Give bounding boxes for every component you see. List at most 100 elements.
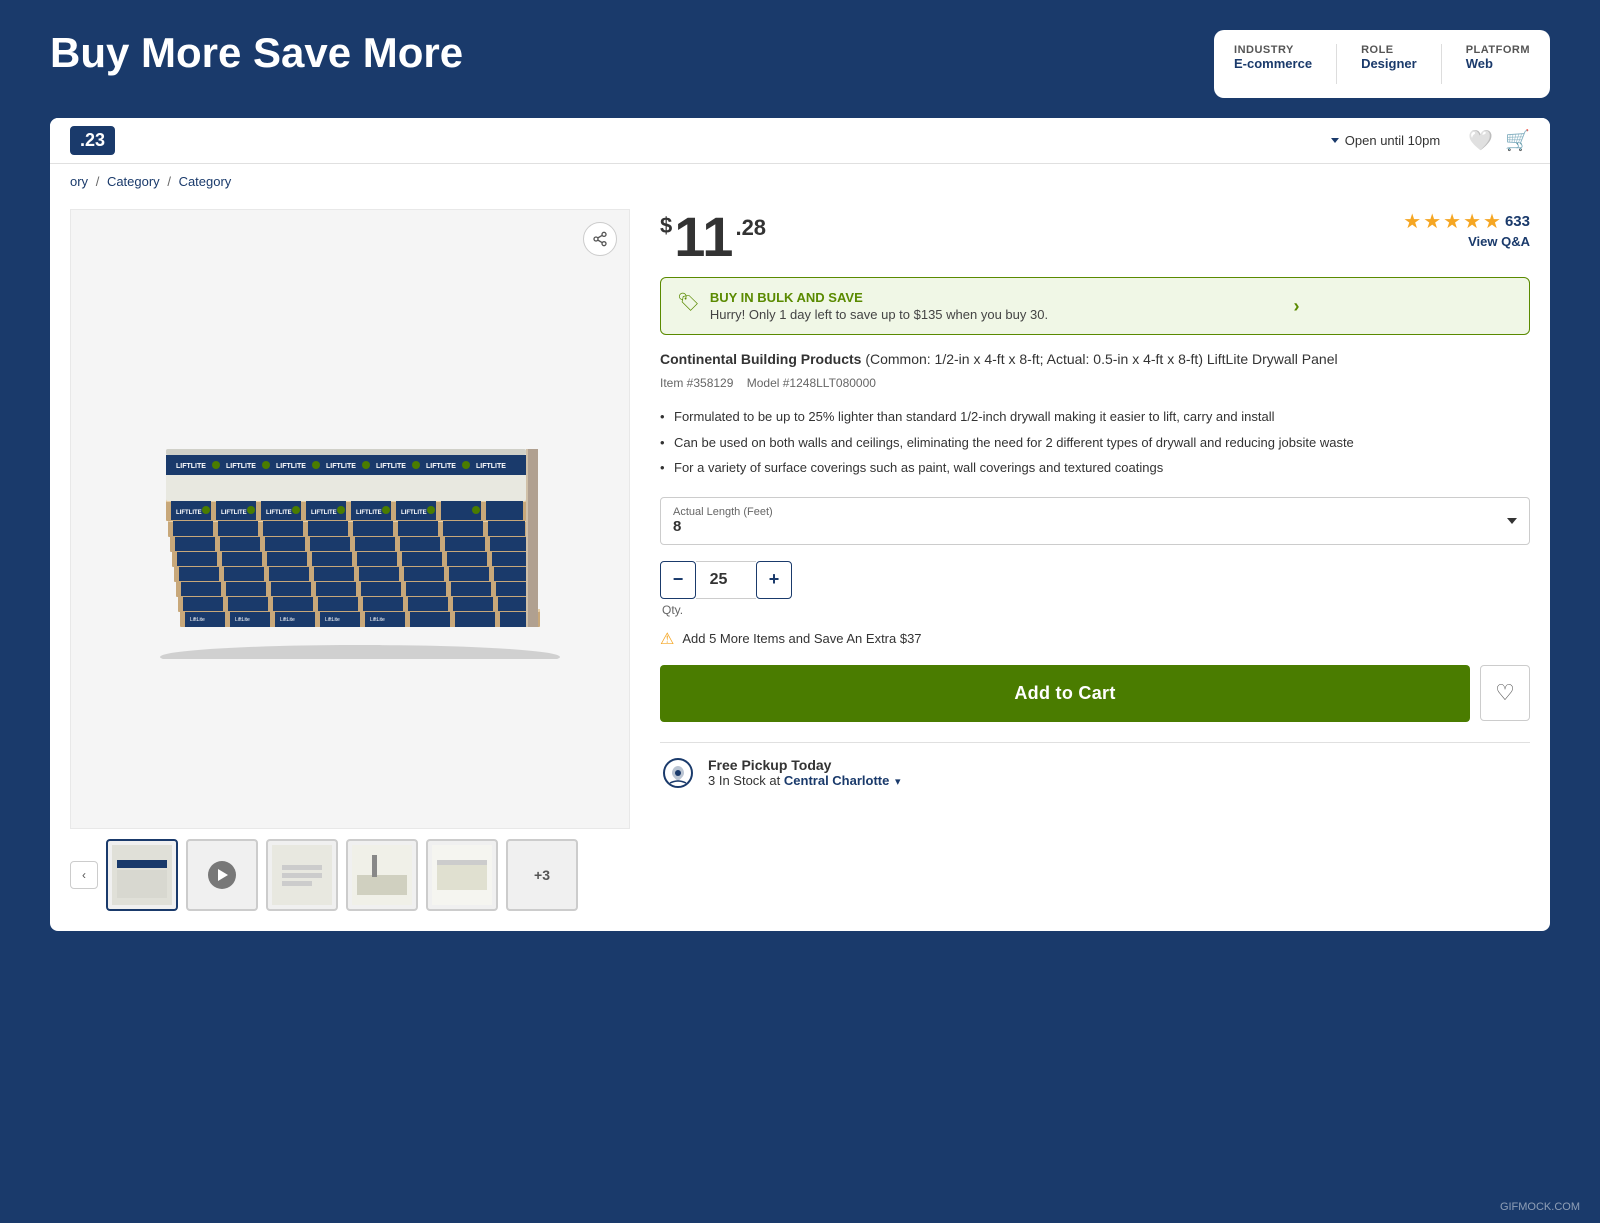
svg-text:LiftLite: LiftLite: [370, 617, 385, 623]
tag-platform-value: Web: [1466, 56, 1493, 71]
breadcrumb-link-2[interactable]: Category: [107, 174, 160, 189]
rating-container: ★ ★ ★ ★ ★ 633 View Q&A: [1403, 209, 1530, 249]
review-count[interactable]: 633: [1505, 213, 1530, 230]
tag-divider-1: [1336, 44, 1337, 84]
quantity-input[interactable]: [696, 561, 756, 599]
thumbnail-2[interactable]: [186, 839, 258, 911]
model-number: Model #1248LLT080000: [747, 376, 876, 390]
main-card: .23 Open until 10pm 🤍 🛒 ory / Category /…: [50, 118, 1550, 931]
svg-text:LIFTLITE: LIFTLITE: [266, 510, 292, 516]
pickup-row: Free Pickup Today 3 In Stock at Central …: [660, 742, 1530, 803]
price-dollar: $: [660, 213, 672, 239]
thumbnail-3[interactable]: [266, 839, 338, 911]
breadcrumb-link-3[interactable]: Category: [179, 174, 232, 189]
price-container: $ 11 .28: [660, 209, 766, 265]
quantity-increase-button[interactable]: +: [756, 561, 792, 599]
length-dropdown[interactable]: Actual Length (Feet) 8: [660, 497, 1530, 545]
store-header: .23 Open until 10pm 🤍 🛒: [50, 118, 1550, 164]
add-to-cart-button[interactable]: Add to Cart: [660, 665, 1470, 722]
banner-title: Buy More Save More: [50, 30, 463, 76]
bulk-save-chevron-icon: ›: [1294, 296, 1300, 317]
tag-platform: PLATFORM Web: [1466, 44, 1530, 71]
bulk-save-title: BUY IN BULK AND SAVE: [710, 290, 1048, 305]
bullet-3: For a variety of surface coverings such …: [660, 455, 1530, 481]
svg-text:LIFTLITE: LIFTLITE: [276, 463, 306, 470]
heart-wishlist-icon: ♡: [1495, 680, 1515, 706]
bulk-save-left: 🏷 BUY IN BULK AND SAVE Hurry! Only 1 day…: [677, 290, 1048, 322]
thumbnail-prev-button[interactable]: ‹: [70, 861, 98, 889]
price-cents: .28: [735, 215, 766, 241]
breadcrumb: ory / Category / Category: [50, 164, 1550, 199]
product-layout: // Rendered via inline SVG shapes below: [50, 199, 1550, 931]
thumbnail-more[interactable]: +3: [506, 839, 578, 911]
price-rating-row: $ 11 .28 ★ ★ ★ ★ ★ 633: [660, 209, 1530, 265]
star-1: ★: [1403, 209, 1421, 234]
product-title-rest: (Common: 1/2-in x 4-ft x 8-ft; Actual: 0…: [861, 351, 1337, 367]
svg-text:LIFTLITE: LIFTLITE: [176, 463, 206, 470]
tag-industry-value: E-commerce: [1234, 56, 1312, 71]
qty-label: Qty.: [662, 603, 1530, 617]
pickup-title: Free Pickup Today: [708, 757, 1530, 773]
svg-text:LIFTLITE: LIFTLITE: [476, 463, 506, 470]
store-icons: 🤍 🛒: [1468, 128, 1530, 153]
breadcrumb-sep-2: /: [167, 174, 171, 189]
star-3: ★: [1443, 209, 1461, 234]
product-bullets: Formulated to be up to 25% lighter than …: [660, 404, 1530, 481]
product-info: $ 11 .28 ★ ★ ★ ★ ★ 633: [660, 209, 1530, 911]
breadcrumb-link-1[interactable]: ory: [70, 174, 88, 189]
svg-text:LIFTLITE: LIFTLITE: [356, 510, 382, 516]
pickup-location-link[interactable]: Central Charlotte: [784, 773, 889, 788]
svg-text:LIFTLITE: LIFTLITE: [326, 463, 356, 470]
cart-icon[interactable]: 🛒: [1505, 128, 1530, 153]
star-rating[interactable]: ★ ★ ★ ★ ★: [1403, 209, 1501, 234]
star-4: ★: [1463, 209, 1481, 234]
store-price-badge: .23: [70, 126, 115, 155]
svg-text:LiftLite: LiftLite: [280, 617, 295, 623]
pickup-info: Free Pickup Today 3 In Stock at Central …: [708, 757, 1530, 788]
bulk-save-banner[interactable]: 🏷 BUY IN BULK AND SAVE Hurry! Only 1 day…: [660, 277, 1530, 335]
star-5: ★: [1483, 209, 1501, 234]
item-number: Item #358129: [660, 376, 733, 390]
thumbnail-1[interactable]: [106, 839, 178, 911]
wishlist-button[interactable]: ♡: [1480, 665, 1530, 721]
tag-industry-label: INDUSTRY: [1234, 44, 1294, 56]
svg-text:LIFTLITE: LIFTLITE: [226, 463, 256, 470]
price-main: 11: [674, 209, 733, 265]
watermark: GIFMOCK.COM: [1500, 1201, 1580, 1213]
image-section: // Rendered via inline SVG shapes below: [70, 209, 630, 911]
tag-promo-icon: 🏷: [677, 292, 700, 313]
view-qa-link[interactable]: View Q&A: [1468, 234, 1530, 249]
tag-divider-2: [1441, 44, 1442, 84]
dropdown-arrow-icon: [1507, 518, 1517, 524]
item-model-numbers: Item #358129 Model #1248LLT080000: [660, 376, 1530, 390]
tag-role-value: Designer: [1361, 56, 1417, 71]
quantity-row: − +: [660, 561, 1530, 599]
svg-text:LIFTLITE: LIFTLITE: [221, 510, 247, 516]
star-2: ★: [1423, 209, 1441, 234]
store-chevron-icon: [1331, 138, 1339, 143]
warning-icon: ⚠: [660, 629, 674, 649]
heart-icon[interactable]: 🤍: [1468, 128, 1493, 153]
tag-platform-label: PLATFORM: [1466, 44, 1530, 56]
pickup-stock-text: 3 In Stock at: [708, 773, 780, 788]
thumbnail-4[interactable]: [346, 839, 418, 911]
bullet-1: Formulated to be up to 25% lighter than …: [660, 404, 1530, 430]
tag-role-label: ROLE: [1361, 44, 1394, 56]
tag-industry: INDUSTRY E-commerce: [1234, 44, 1312, 71]
svg-text:LiftLite: LiftLite: [190, 617, 205, 623]
share-button[interactable]: [583, 222, 617, 256]
dropdown-label: Actual Length (Feet): [673, 506, 1517, 518]
pickup-icon: [660, 755, 696, 791]
product-title: Continental Building Products (Common: 1…: [660, 349, 1530, 370]
thumbnails: ‹: [70, 839, 630, 911]
bulk-save-text: BUY IN BULK AND SAVE Hurry! Only 1 day l…: [710, 290, 1048, 322]
breadcrumb-sep-1: /: [96, 174, 100, 189]
thumbnail-5[interactable]: [426, 839, 498, 911]
svg-text:LIFTLITE: LIFTLITE: [401, 510, 427, 516]
tag-box: INDUSTRY E-commerce ROLE Designer PLATFO…: [1214, 30, 1550, 98]
save-alert: ⚠ Add 5 More Items and Save An Extra $37: [660, 629, 1530, 649]
quantity-decrease-button[interactable]: −: [660, 561, 696, 599]
tag-role: ROLE Designer: [1361, 44, 1417, 71]
main-image-container: // Rendered via inline SVG shapes below: [70, 209, 630, 829]
pickup-sub: 3 In Stock at Central Charlotte ▾: [708, 773, 1530, 788]
